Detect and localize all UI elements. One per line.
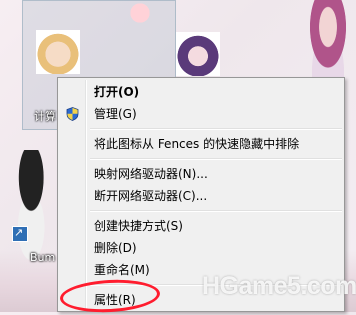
menu-separator: [90, 128, 342, 130]
menu-item-label: 删除(D): [94, 241, 137, 255]
desktop-icon-anime[interactable]: [176, 32, 220, 76]
menu-item-label: 断开网络驱动器(C)...: [94, 189, 208, 203]
menu-item-delete[interactable]: 删除(D): [60, 237, 342, 259]
menu-separator: [90, 158, 342, 160]
menu-separator: [90, 210, 342, 212]
menu-item-fences-exclude[interactable]: 将此图标从 Fences 的快速隐藏中排除: [60, 133, 342, 155]
desktop-icon-label: 计算: [34, 110, 56, 123]
menu-item-label: 映射网络驱动器(N)...: [94, 167, 208, 181]
menu-item-label: 将此图标从 Fences 的快速隐藏中排除: [94, 137, 300, 151]
shortcut-arrow-icon: ↗: [14, 226, 24, 239]
menu-item-label: 管理(G): [94, 107, 137, 121]
shortcut-label: Bum: [30, 251, 56, 264]
wallpaper-character-top: [120, 0, 160, 26]
watermark: HGame5.com: [202, 272, 356, 300]
menu-item-manage[interactable]: 管理(G): [60, 103, 342, 125]
wallpaper-character-left: [6, 150, 62, 260]
desktop-icon-computer[interactable]: [36, 30, 80, 74]
uac-shield-icon: [66, 107, 79, 121]
menu-item-open[interactable]: 打开(O): [60, 81, 342, 103]
menu-item-create-shortcut[interactable]: 创建快捷方式(S): [60, 215, 342, 237]
menu-item-disconnect-network-drive[interactable]: 断开网络驱动器(C)...: [60, 185, 342, 207]
menu-item-label: 重命名(M): [94, 263, 150, 277]
menu-item-label: 创建快捷方式(S): [94, 219, 183, 233]
menu-item-map-network-drive[interactable]: 映射网络驱动器(N)...: [60, 163, 342, 185]
menu-item-label: 打开(O): [94, 85, 140, 99]
